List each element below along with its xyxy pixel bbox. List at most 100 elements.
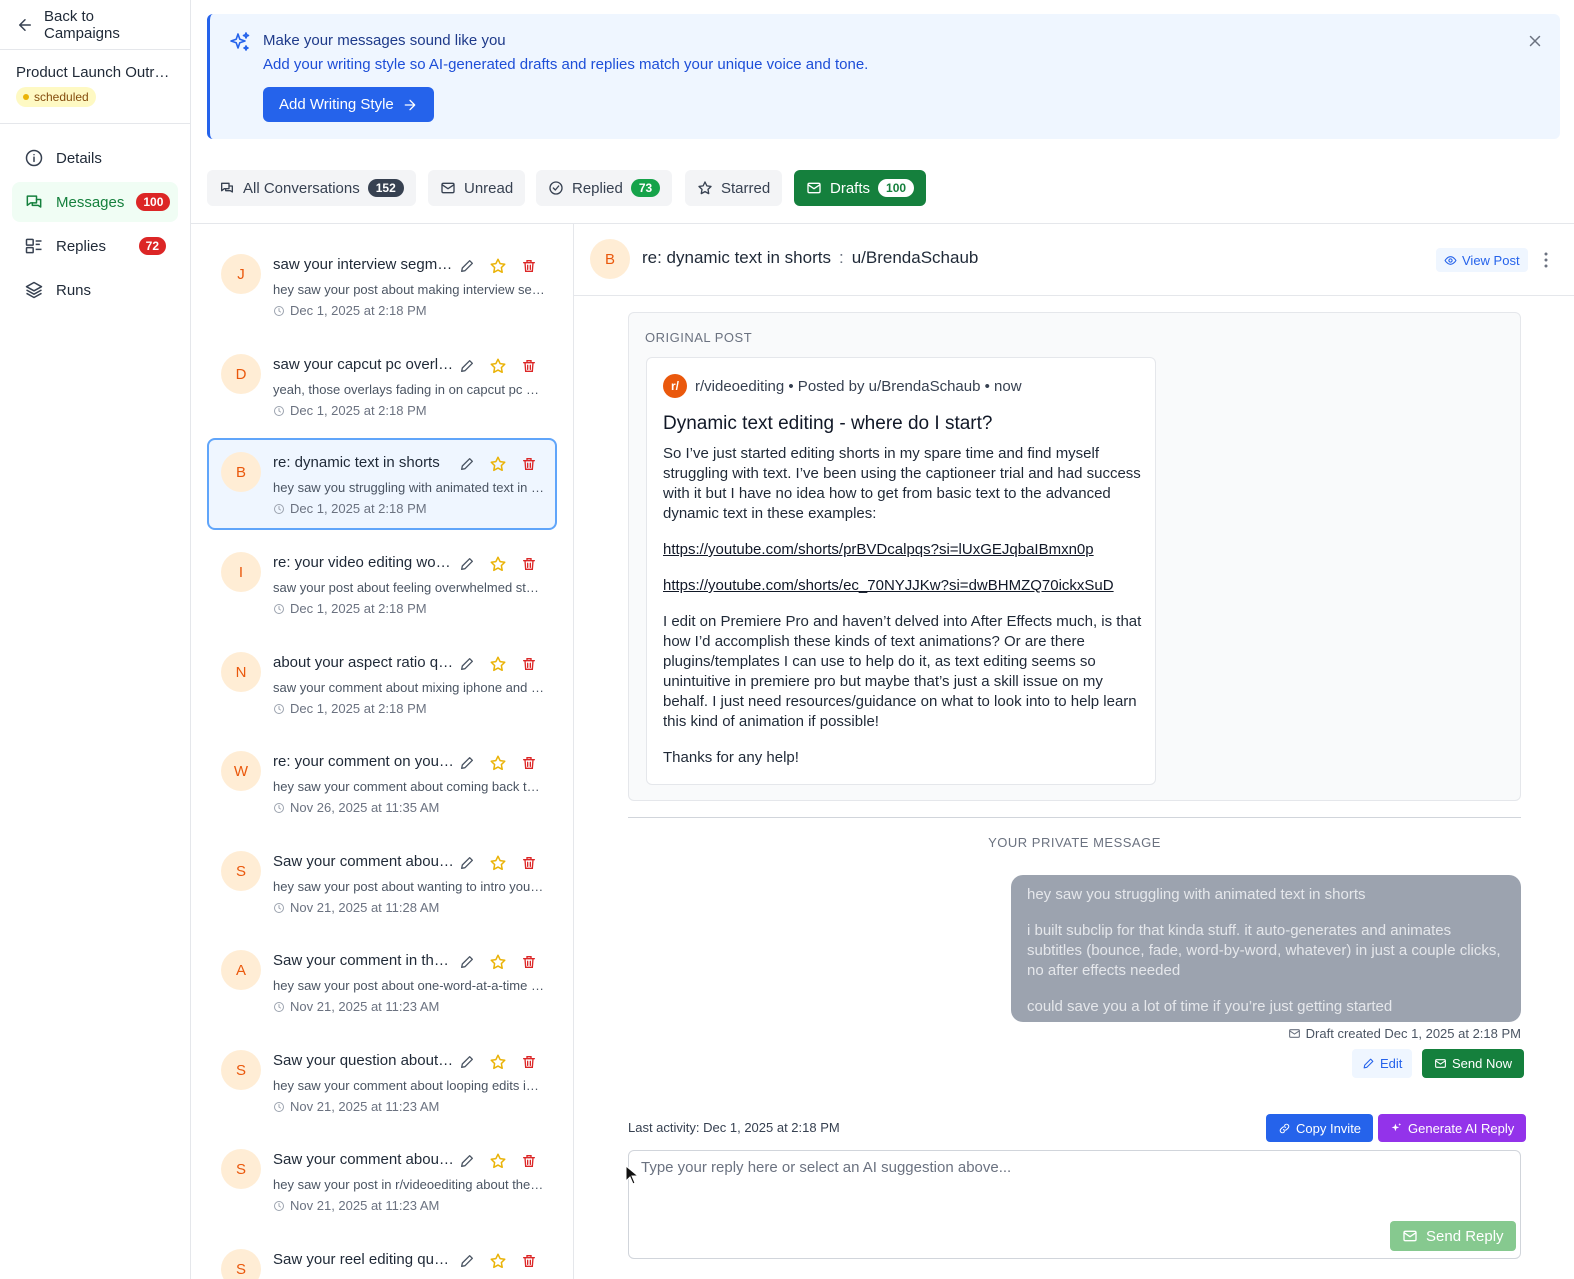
pencil-icon[interactable] [459, 258, 475, 274]
avatar: B [221, 452, 261, 492]
conversation-date: Dec 1, 2025 at 2:18 PM [273, 303, 427, 318]
star-icon[interactable] [489, 655, 507, 673]
tab-label: Starred [721, 179, 771, 197]
conversation-actions [459, 455, 537, 473]
more-vertical-icon[interactable] [1538, 250, 1554, 270]
star-icon[interactable] [489, 754, 507, 772]
sidebar-item-runs[interactable]: Runs [12, 270, 178, 310]
pencil-icon[interactable] [459, 1054, 475, 1070]
back-to-campaigns-link[interactable]: Back to Campaigns [0, 0, 190, 50]
conversation-item[interactable]: W re: your comment on youtube hey saw yo… [207, 737, 557, 829]
conversation-item[interactable]: S Saw your comment about captions hey sa… [207, 1135, 557, 1227]
trash-icon[interactable] [521, 755, 537, 771]
copy-invite-button[interactable]: Copy Invite [1266, 1114, 1374, 1142]
conversation-item[interactable]: S Saw your question about loops hey saw … [207, 1036, 557, 1128]
pencil-icon[interactable] [459, 358, 475, 374]
conversation-item[interactable]: A Saw your comment in the thread hey saw… [207, 936, 557, 1028]
edit-label: Edit [1380, 1056, 1403, 1071]
send-now-button[interactable]: Send Now [1422, 1049, 1524, 1078]
star-icon[interactable] [489, 1252, 507, 1270]
star-icon[interactable] [489, 555, 507, 573]
conversation-date: Dec 1, 2025 at 2:18 PM [273, 701, 427, 716]
sidebar-item-messages[interactable]: Messages 100 [12, 182, 178, 222]
sidebar-nav: Details Messages 100 Replies 72 Runs [0, 124, 190, 328]
pencil-icon[interactable] [459, 1253, 475, 1269]
pencil-icon[interactable] [459, 954, 475, 970]
close-icon[interactable] [1526, 32, 1544, 50]
avatar: S [221, 1149, 261, 1189]
star-icon[interactable] [489, 953, 507, 971]
edit-draft-button[interactable]: Edit [1352, 1049, 1413, 1078]
conversation-item[interactable]: S Saw your reel editing question [207, 1235, 557, 1279]
tab-drafts[interactable]: Drafts 100 [794, 170, 927, 206]
view-post-label: View Post [1462, 252, 1520, 268]
messages-count-badge: 100 [136, 193, 171, 211]
add-writing-style-button[interactable]: Add Writing Style [263, 87, 434, 122]
clock-icon [273, 902, 285, 914]
conversation-title: re: dynamic text in shorts [273, 454, 440, 471]
trash-icon[interactable] [521, 258, 537, 274]
generate-ai-reply-button[interactable]: Generate AI Reply [1378, 1114, 1527, 1142]
conversation-title: Saw your reel editing question [273, 1251, 455, 1268]
conversation-preview: saw your post about feeling overwhelmed … [273, 580, 545, 595]
trash-icon[interactable] [521, 954, 537, 970]
tab-starred[interactable]: Starred [685, 170, 783, 206]
conversation-item[interactable]: S Saw your comment about intros hey saw … [207, 837, 557, 929]
trash-icon[interactable] [521, 656, 537, 672]
pencil-icon[interactable] [459, 1153, 475, 1169]
pencil-icon[interactable] [459, 656, 475, 672]
star-icon[interactable] [489, 1053, 507, 1071]
trash-icon[interactable] [521, 1054, 537, 1070]
pencil-icon[interactable] [459, 755, 475, 771]
conversation-actions [459, 257, 537, 275]
post-link[interactable]: https://youtube.com/shorts/ec_70NYJJKw?s… [663, 577, 1114, 594]
conversation-preview: hey saw your comment about coming back t… [273, 779, 545, 794]
star-icon[interactable] [489, 357, 507, 375]
star-icon[interactable] [489, 1152, 507, 1170]
trash-icon[interactable] [521, 855, 537, 871]
star-icon[interactable] [489, 455, 507, 473]
avatar: S [221, 851, 261, 891]
detail-username: u/BrendaSchaub [851, 248, 979, 267]
detail-subject: re: dynamic text in shorts [642, 248, 831, 267]
message-line: i built subclip for that kinda stuff. it… [1027, 922, 1501, 979]
star-icon [697, 180, 713, 196]
conversation-date: Nov 21, 2025 at 11:23 AM [273, 999, 439, 1014]
pencil-icon[interactable] [459, 855, 475, 871]
chat-icon [219, 180, 235, 196]
conversation-detail: B re: dynamic text in shorts : u/BrendaS… [574, 224, 1574, 1279]
date-text: Dec 1, 2025 at 2:18 PM [290, 701, 427, 716]
pencil-icon[interactable] [459, 556, 475, 572]
conversation-item[interactable]: I re: your video editing workflow saw yo… [207, 538, 557, 630]
trash-icon[interactable] [521, 1253, 537, 1269]
info-icon [24, 148, 44, 168]
tab-count: 152 [367, 179, 404, 197]
star-icon[interactable] [489, 257, 507, 275]
sidebar-item-details[interactable]: Details [12, 138, 178, 178]
message-line: could save you a lot of time if you’re j… [1027, 998, 1393, 1015]
date-text: Nov 21, 2025 at 11:28 AM [290, 900, 440, 915]
trash-icon[interactable] [521, 1153, 537, 1169]
pencil-icon[interactable] [459, 456, 475, 472]
trash-icon[interactable] [521, 456, 537, 472]
post-link[interactable]: https://youtube.com/shorts/prBVDcalpqs?s… [663, 541, 1094, 558]
reply-input[interactable] [628, 1150, 1521, 1259]
view-post-button[interactable]: View Post [1436, 248, 1528, 272]
tab-unread[interactable]: Unread [428, 170, 526, 206]
mail-icon [1434, 1057, 1447, 1070]
send-reply-button[interactable]: Send Reply [1390, 1221, 1516, 1251]
trash-icon[interactable] [521, 358, 537, 374]
tab-all-conversations[interactable]: All Conversations 152 [207, 170, 416, 206]
conversation-item[interactable]: N about your aspect ratio question saw y… [207, 638, 557, 730]
sidebar-item-replies[interactable]: Replies 72 [12, 226, 178, 266]
conversation-actions [459, 1152, 537, 1170]
draft-message-bubble: hey saw you struggling with animated tex… [1011, 875, 1521, 1022]
trash-icon[interactable] [521, 556, 537, 572]
conversation-item[interactable]: J saw your interview segment hey saw you… [207, 240, 557, 332]
conversation-item-selected[interactable]: B re: dynamic text in shorts hey saw you… [207, 438, 557, 530]
conversation-item[interactable]: D saw your capcut pc overlays yeah, thos… [207, 340, 557, 432]
tab-replied[interactable]: Replied 73 [536, 170, 673, 206]
star-icon[interactable] [489, 854, 507, 872]
writing-style-banner: Make your messages sound like you Add yo… [207, 14, 1560, 139]
mail-icon [1288, 1027, 1301, 1040]
